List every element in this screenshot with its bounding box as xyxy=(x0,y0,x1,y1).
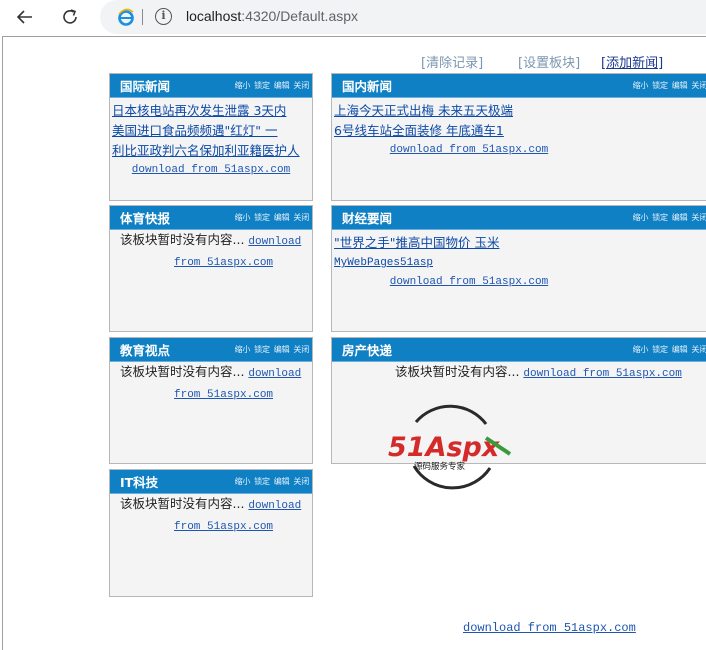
news-item[interactable]: 美国进口食品频频遇"红灯" 一 xyxy=(112,121,310,141)
download-link[interactable]: from 51aspx.com xyxy=(174,389,273,401)
edit-action[interactable]: 编辑 xyxy=(274,476,290,487)
lock-action[interactable]: 锁定 xyxy=(652,80,668,91)
edit-action[interactable]: 编辑 xyxy=(672,212,688,223)
back-arrow-icon xyxy=(16,10,32,24)
info-icon[interactable]: i xyxy=(155,8,172,25)
block-header[interactable]: 教育视点 缩小 锁定 编辑 关闭 xyxy=(110,338,312,362)
block-header[interactable]: 国内新闻 缩小 锁定 编辑 关闭 xyxy=(332,74,706,98)
block-header[interactable]: 国际新闻 缩小 锁定 编辑 关闭 xyxy=(110,74,312,98)
block-actions: 缩小 锁定 编辑 关闭 xyxy=(633,344,706,355)
minimize-action[interactable]: 缩小 xyxy=(633,212,649,223)
news-item[interactable]: MyWebPages51asp xyxy=(334,253,706,273)
block-actions: 缩小 锁定 编辑 关闭 xyxy=(235,476,310,487)
block-header[interactable]: 房产快递 缩小 锁定 编辑 关闭 xyxy=(332,338,706,362)
download-link[interactable]: download from 51aspx.com xyxy=(112,161,310,179)
watermark-logo: 51Aspx 源码服务专家 xyxy=(388,404,512,490)
block-title: 房产快递 xyxy=(342,343,393,358)
block-title: 体育快报 xyxy=(120,211,171,226)
edit-action[interactable]: 编辑 xyxy=(274,344,290,355)
browser-toolbar: i localhost:4320/Default.aspx xyxy=(0,0,706,34)
close-action[interactable]: 关闭 xyxy=(293,80,309,91)
set-blocks-link[interactable]: [设置板块] xyxy=(518,52,580,71)
block-title: 教育视点 xyxy=(120,343,171,358)
edit-action[interactable]: 编辑 xyxy=(274,80,290,91)
block-title: 财经要闻 xyxy=(342,211,393,226)
empty-message: 该板块暂时没有内容... xyxy=(120,496,245,511)
block-title: 国内新闻 xyxy=(342,79,393,94)
news-item[interactable]: 利比亚政判六名保加利亚籍医护人 xyxy=(112,141,310,161)
url-text[interactable]: localhost:4320/Default.aspx xyxy=(186,8,358,24)
lock-action[interactable]: 锁定 xyxy=(254,476,270,487)
minimize-action[interactable]: 缩小 xyxy=(235,80,251,91)
ie-icon xyxy=(118,8,134,26)
svg-text:51Aspx: 51Aspx xyxy=(388,432,501,463)
block-international-news: 国际新闻 缩小 锁定 编辑 关闭 日本核电站再次发生泄露 3天内 美国进口食品频… xyxy=(109,73,313,201)
block-title: 国际新闻 xyxy=(120,79,171,94)
block-title: IT科技 xyxy=(120,475,159,490)
block-domestic-news: 国内新闻 缩小 锁定 编辑 关闭 上海今天正式出梅 未来五天极端 6号线车站全面… xyxy=(331,73,706,201)
close-action[interactable]: 关闭 xyxy=(691,212,706,223)
lock-action[interactable]: 锁定 xyxy=(254,212,270,223)
svg-text:源码服务专家: 源码服务专家 xyxy=(414,461,466,472)
download-link[interactable]: from 51aspx.com xyxy=(174,521,273,533)
block-actions: 缩小 锁定 编辑 关闭 xyxy=(633,80,706,91)
download-link[interactable]: download from 51aspx.com xyxy=(523,368,681,380)
download-link[interactable]: download xyxy=(248,500,301,512)
refresh-button[interactable] xyxy=(57,4,83,30)
block-actions: 缩小 锁定 编辑 关闭 xyxy=(633,212,706,223)
block-actions: 缩小 锁定 编辑 关闭 xyxy=(235,212,310,223)
lock-action[interactable]: 锁定 xyxy=(254,80,270,91)
address-separator xyxy=(142,9,143,25)
empty-message: 该板块暂时没有内容... xyxy=(395,364,520,379)
block-finance: 财经要闻 缩小 锁定 编辑 关闭 "世界之手"推高中国物价 玉米 MyWebPa… xyxy=(331,205,706,332)
clear-records-link[interactable]: [清除记录] xyxy=(421,52,483,71)
block-header[interactable]: 体育快报 缩小 锁定 编辑 关闭 xyxy=(110,206,312,230)
edit-action[interactable]: 编辑 xyxy=(672,80,688,91)
download-link[interactable]: download from 51aspx.com xyxy=(334,141,706,159)
close-action[interactable]: 关闭 xyxy=(293,476,309,487)
download-link[interactable]: from 51aspx.com xyxy=(174,257,273,269)
news-item[interactable]: 上海今天正式出梅 未来五天极端 xyxy=(334,101,706,121)
close-action[interactable]: 关闭 xyxy=(691,80,706,91)
download-link[interactable]: download xyxy=(248,368,301,380)
minimize-action[interactable]: 缩小 xyxy=(235,476,251,487)
lock-action[interactable]: 锁定 xyxy=(254,344,270,355)
lock-action[interactable]: 锁定 xyxy=(652,344,668,355)
minimize-action[interactable]: 缩小 xyxy=(235,212,251,223)
block-actions: 缩小 锁定 编辑 关闭 xyxy=(235,80,310,91)
news-item[interactable]: "世界之手"推高中国物价 玉米 xyxy=(334,233,706,253)
minimize-action[interactable]: 缩小 xyxy=(633,344,649,355)
empty-message: 该板块暂时没有内容... xyxy=(120,364,245,379)
add-news-link[interactable]: [添加新闻] xyxy=(601,52,663,71)
block-it-tech: IT科技 缩小 锁定 编辑 关闭 该板块暂时没有内容... download f… xyxy=(109,469,313,597)
empty-message: 该板块暂时没有内容... xyxy=(120,232,245,247)
download-link[interactable]: download from 51aspx.com xyxy=(334,273,706,291)
block-sports: 体育快报 缩小 锁定 编辑 关闭 该板块暂时没有内容... download f… xyxy=(109,205,313,332)
block-header[interactable]: IT科技 缩小 锁定 编辑 关闭 xyxy=(110,470,312,494)
download-link[interactable]: download xyxy=(248,236,301,248)
lock-action[interactable]: 锁定 xyxy=(652,212,668,223)
minimize-action[interactable]: 缩小 xyxy=(235,344,251,355)
close-action[interactable]: 关闭 xyxy=(293,212,309,223)
edit-action[interactable]: 编辑 xyxy=(274,212,290,223)
block-education: 教育视点 缩小 锁定 编辑 关闭 该板块暂时没有内容... download f… xyxy=(109,337,313,464)
refresh-icon xyxy=(63,9,77,24)
edit-action[interactable]: 编辑 xyxy=(672,344,688,355)
minimize-action[interactable]: 缩小 xyxy=(633,80,649,91)
back-button[interactable] xyxy=(12,4,38,30)
close-action[interactable]: 关闭 xyxy=(293,344,309,355)
news-item[interactable]: 6号线车站全面装修 年底通车1 xyxy=(334,121,706,141)
news-item[interactable]: 日本核电站再次发生泄露 3天内 xyxy=(112,101,310,121)
footer-download-link[interactable]: download from 51aspx.com xyxy=(463,621,636,635)
close-action[interactable]: 关闭 xyxy=(691,344,706,355)
block-header[interactable]: 财经要闻 缩小 锁定 编辑 关闭 xyxy=(332,206,706,230)
block-actions: 缩小 锁定 编辑 关闭 xyxy=(235,344,310,355)
